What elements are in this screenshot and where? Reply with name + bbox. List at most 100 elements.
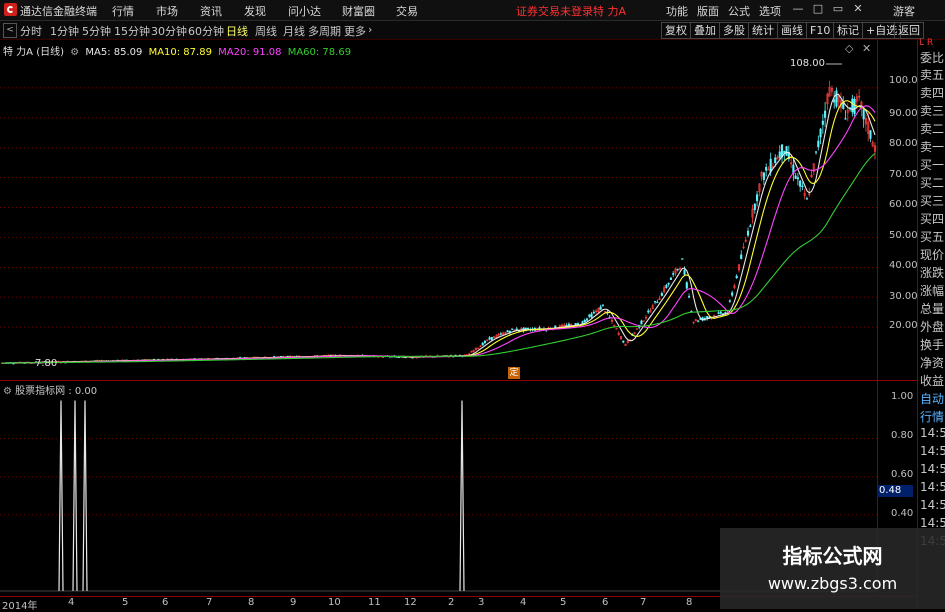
date-tick: 5 bbox=[560, 597, 567, 608]
quote-panel-item: 卖二 bbox=[920, 122, 945, 136]
menu-discover[interactable]: 发现 bbox=[244, 3, 266, 19]
overlay-button[interactable]: 叠加 bbox=[690, 22, 720, 39]
period-more[interactable]: 更多 bbox=[344, 23, 366, 39]
candle-body bbox=[835, 90, 838, 107]
window-minimize-icon[interactable]: — bbox=[790, 2, 806, 18]
candle-body bbox=[756, 194, 759, 202]
candle-body bbox=[667, 282, 670, 285]
close-panel-icon[interactable]: ✕ bbox=[862, 42, 871, 55]
quote-panel-item: 买三 bbox=[920, 194, 945, 208]
f10-button[interactable]: F10 bbox=[806, 22, 835, 39]
quote-panel-item: 自动 bbox=[920, 392, 945, 406]
menu-ask[interactable]: 问小达 bbox=[288, 3, 321, 19]
candle-body bbox=[819, 128, 822, 138]
period-5min[interactable]: 5分钟 bbox=[82, 23, 111, 39]
candle-body bbox=[697, 320, 700, 322]
period-15min[interactable]: 15分钟 bbox=[114, 23, 150, 39]
chevron-right-icon[interactable]: › bbox=[368, 23, 372, 36]
window-maximize-icon[interactable]: □ bbox=[810, 2, 826, 18]
menu-options[interactable]: 选项 bbox=[759, 3, 781, 19]
nav-back-icon[interactable]: < bbox=[3, 23, 17, 38]
menu-layout[interactable]: 版面 bbox=[697, 3, 719, 19]
menu-news[interactable]: 资讯 bbox=[200, 3, 222, 19]
candle-body bbox=[681, 258, 684, 260]
menu-trade[interactable]: 交易 bbox=[396, 3, 418, 19]
quote-panel-item: 外盘 bbox=[920, 320, 945, 334]
date-tick: 11 bbox=[368, 597, 381, 608]
candle-body bbox=[778, 151, 781, 158]
settings-gear-icon[interactable]: ⚙ bbox=[70, 47, 79, 58]
quote-panel-item: 卖一 bbox=[920, 140, 945, 154]
date-tick: 7 bbox=[206, 597, 213, 608]
candle-body bbox=[719, 311, 722, 314]
candle-body bbox=[740, 254, 743, 259]
candle-body bbox=[762, 172, 765, 180]
ma5-line bbox=[1, 93, 876, 364]
diamond-icon[interactable]: ◇ bbox=[845, 42, 853, 55]
draw-button[interactable]: 画线 bbox=[777, 22, 807, 39]
quote-panel-item: 行情 bbox=[920, 410, 945, 424]
watermark-title: 指标公式网 bbox=[782, 544, 883, 568]
chart-legend: 特 力A (日线) ⚙ MA5: 85.09 MA10: 87.89 MA20:… bbox=[3, 43, 354, 58]
menu-function[interactable]: 功能 bbox=[666, 3, 688, 19]
menu-markets[interactable]: 市场 bbox=[156, 3, 178, 19]
candle-body bbox=[688, 296, 691, 298]
quote-panel-item: 14:5 bbox=[920, 498, 945, 512]
window-close-icon[interactable]: ✕ bbox=[850, 2, 866, 18]
date-tick: 6 bbox=[162, 597, 169, 608]
candle-body bbox=[728, 300, 731, 302]
candle-body bbox=[683, 269, 686, 275]
candle-body bbox=[592, 311, 595, 314]
event-marker[interactable]: 定 bbox=[508, 367, 520, 379]
quote-panel-item: 卖五 bbox=[920, 68, 945, 82]
legend-ma5: MA5: 85.09 bbox=[85, 47, 143, 58]
period-multi[interactable]: 多周期 bbox=[308, 23, 341, 39]
period-weekly[interactable]: 周线 bbox=[255, 23, 277, 39]
quote-panel-item: 14:5 bbox=[920, 480, 945, 494]
period-daily[interactable]: 日线 bbox=[226, 23, 248, 39]
kline-chart[interactable] bbox=[0, 40, 877, 380]
candle-body bbox=[749, 225, 752, 227]
quote-panel-item: 买二 bbox=[920, 176, 945, 190]
date-tick: 3 bbox=[478, 597, 485, 608]
candle-body bbox=[717, 312, 720, 314]
candle-body bbox=[794, 175, 797, 179]
quote-panel-item: 委比 bbox=[920, 51, 945, 65]
period-30min[interactable]: 30分钟 bbox=[151, 23, 187, 39]
indicator-spike bbox=[72, 400, 78, 592]
candle-body bbox=[817, 140, 820, 148]
quote-panel-item: 买五 bbox=[920, 230, 945, 244]
mark-button[interactable]: 标记 bbox=[833, 22, 863, 39]
candle-body bbox=[851, 98, 854, 113]
candle-body bbox=[665, 284, 668, 288]
candle-body bbox=[490, 336, 493, 340]
date-tick: 2 bbox=[448, 597, 455, 608]
adjust-button[interactable]: 复权 bbox=[661, 22, 691, 39]
menu-formula[interactable]: 公式 bbox=[728, 3, 750, 19]
multi-stock-button[interactable]: 多股 bbox=[719, 22, 749, 39]
candle-body bbox=[796, 177, 799, 180]
app-logo-icon bbox=[4, 3, 17, 16]
login-notice[interactable]: 证券交易未登录 bbox=[516, 3, 593, 19]
quote-panel-item: 涨幅 bbox=[920, 284, 945, 298]
quote-panel: 委比 卖五 卖四 卖三 卖二 卖一 买一 买二 买三 买四 买五 现价 涨跌 涨幅 总量 外盘 换手 净资 收益 自动… bbox=[917, 38, 945, 609]
quote-panel-item: 买一 bbox=[920, 158, 945, 172]
stats-button[interactable]: 统计 bbox=[748, 22, 778, 39]
period-1min[interactable]: 1分钟 bbox=[50, 23, 79, 39]
candle-body bbox=[706, 316, 709, 319]
menu-wealth[interactable]: 财富圈 bbox=[342, 3, 375, 19]
period-60min[interactable]: 60分钟 bbox=[188, 23, 224, 39]
guest-label[interactable]: 游客 bbox=[893, 3, 915, 19]
return-button[interactable]: 返回 bbox=[894, 22, 924, 39]
window-restore-icon[interactable]: ▭ bbox=[830, 2, 846, 18]
candle-body bbox=[869, 130, 872, 139]
menu-market[interactable]: 行情 bbox=[112, 3, 134, 19]
candle-body bbox=[814, 151, 818, 153]
indicator-gear-icon[interactable]: ⚙ bbox=[3, 386, 12, 397]
candle-body bbox=[821, 120, 824, 125]
period-intraday[interactable]: 分时 bbox=[20, 23, 42, 39]
panel-mode-indicator[interactable]: L R bbox=[919, 38, 933, 48]
period-toolbar: < 分时 1分钟 5分钟 15分钟 30分钟 60分钟 日线 周线 月线 多周期… bbox=[0, 21, 945, 40]
candle-body bbox=[483, 340, 487, 343]
period-monthly[interactable]: 月线 bbox=[283, 23, 305, 39]
